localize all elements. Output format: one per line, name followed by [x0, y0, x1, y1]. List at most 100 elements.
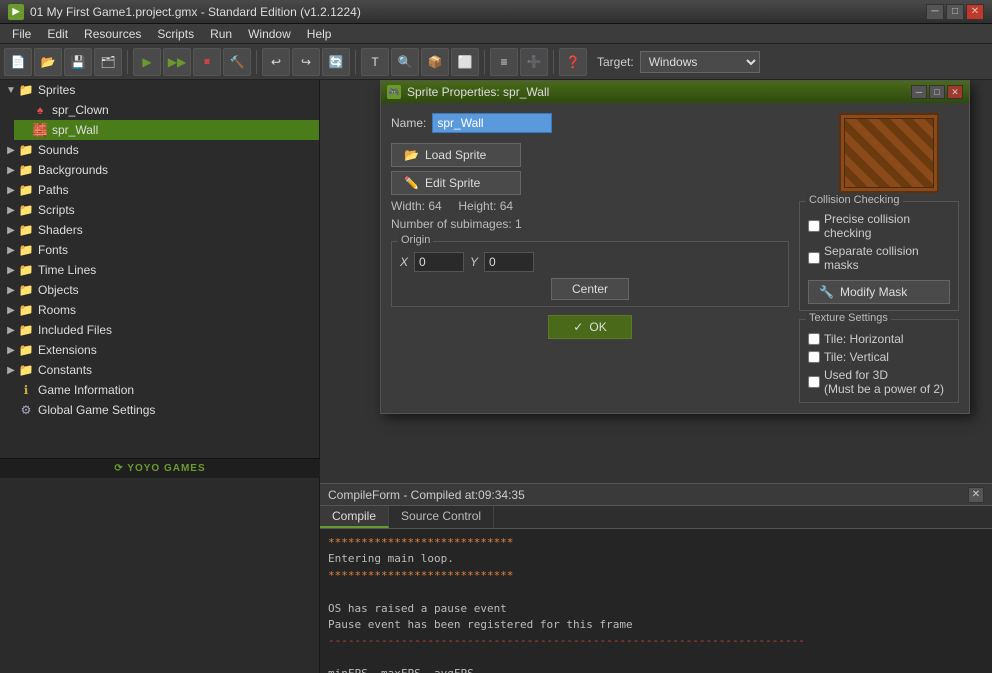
menu-file[interactable]: File: [4, 25, 39, 43]
resource-button[interactable]: 📦: [421, 48, 449, 76]
toolbar-sep-3: [355, 50, 356, 74]
precise-collision-row: Precise collision checking: [808, 212, 950, 240]
sidebar-item-game-info[interactable]: ℹ Game Information: [0, 380, 319, 400]
origin-y-input[interactable]: [484, 252, 534, 272]
sidebar-item-spr-wall[interactable]: 🧱 spr_Wall: [14, 120, 319, 140]
refresh-button[interactable]: 🔄: [322, 48, 350, 76]
sidebar-item-extensions[interactable]: ▶ 📁 Extensions: [0, 340, 319, 360]
app-icon: ▶: [8, 4, 24, 20]
help-circle-button[interactable]: ❓: [559, 48, 587, 76]
origin-row: X Y: [400, 252, 780, 272]
tile-v-label: Tile: Vertical: [824, 350, 889, 364]
precise-collision-checkbox[interactable]: [808, 220, 820, 232]
add-button[interactable]: ➕: [520, 48, 548, 76]
compile-line-5: OS has raised a pause event: [328, 601, 984, 616]
menu-bar: File Edit Resources Scripts Run Window H…: [0, 24, 992, 44]
sidebar-item-global-settings[interactable]: ⚙ Global Game Settings: [0, 400, 319, 420]
content-area: 🎮 Sprite Properties: spr_Wall ─ □ ✕ Name…: [320, 80, 992, 673]
sidebar-item-backgrounds[interactable]: ▶ 📁 Backgrounds: [0, 160, 319, 180]
compile-output: **************************** Entering ma…: [320, 529, 992, 673]
sprite-dialog-minimize[interactable]: ─: [911, 85, 927, 99]
font-button[interactable]: T: [361, 48, 389, 76]
sidebar-item-spr-clown[interactable]: ♠ spr_Clown: [14, 100, 319, 120]
compile-line-4: [328, 584, 984, 599]
tile-v-checkbox[interactable]: [808, 351, 820, 363]
sidebar-item-constants[interactable]: ▶ 📁 Constants: [0, 360, 319, 380]
menu-resources[interactable]: Resources: [76, 25, 149, 43]
compile-line-6: Pause event has been registered for this…: [328, 617, 984, 632]
edit-sprite-button[interactable]: ✏️ Edit Sprite: [391, 171, 521, 195]
list-button[interactable]: ≡: [490, 48, 518, 76]
build-button[interactable]: 🔨: [223, 48, 251, 76]
rect-button[interactable]: ⬜: [451, 48, 479, 76]
sidebar-item-timelines[interactable]: ▶ 📁 Time Lines: [0, 260, 319, 280]
sidebar-item-fonts[interactable]: ▶ 📁 Fonts: [0, 240, 319, 260]
scripts-folder-icon: 📁: [18, 203, 34, 217]
paths-arrow: ▶: [4, 183, 18, 197]
load-sprite-button[interactable]: 📂 Load Sprite: [391, 143, 521, 167]
sprite-dialog-titlebar: 🎮 Sprite Properties: spr_Wall ─ □ ✕: [381, 81, 969, 103]
sprite-dialog: 🎮 Sprite Properties: spr_Wall ─ □ ✕ Name…: [380, 80, 970, 414]
ok-button[interactable]: ✓ OK: [548, 315, 631, 339]
sidebar-item-sprites[interactable]: ▼ 📁 Sprites: [0, 80, 319, 100]
rooms-label: Rooms: [38, 303, 76, 317]
sidebar-item-sounds[interactable]: ▶ 📁 Sounds: [0, 140, 319, 160]
target-select[interactable]: Windows Mac HTML5: [640, 51, 760, 73]
save-all-button[interactable]: 🗂: [94, 48, 122, 76]
used3d-checkbox[interactable]: [808, 376, 820, 388]
menu-edit[interactable]: Edit: [39, 25, 76, 43]
maximize-button[interactable]: □: [946, 4, 964, 20]
menu-scripts[interactable]: Scripts: [149, 25, 202, 43]
close-button[interactable]: ✕: [966, 4, 984, 20]
extensions-arrow: ▶: [4, 343, 18, 357]
sprite-dialog-close[interactable]: ✕: [947, 85, 963, 99]
separate-masks-checkbox[interactable]: [808, 252, 820, 264]
sounds-folder-icon: 📁: [18, 143, 34, 157]
sidebar: ▼ 📁 Sprites ♠ spr_Clown 🧱 spr_Wall ▶ 📁 S…: [0, 80, 320, 673]
stop-button[interactable]: ⏹: [193, 48, 221, 76]
modify-mask-icon: 🔧: [819, 285, 834, 299]
menu-window[interactable]: Window: [240, 25, 299, 43]
tab-compile[interactable]: Compile: [320, 506, 389, 528]
sidebar-item-objects[interactable]: ▶ 📁 Objects: [0, 280, 319, 300]
sprite-name-input[interactable]: [432, 113, 552, 133]
minimize-button[interactable]: ─: [926, 4, 944, 20]
run-debug-button[interactable]: ▶▶: [163, 48, 191, 76]
compile-close-button[interactable]: ✕: [968, 487, 984, 503]
load-sprite-label: Load Sprite: [425, 148, 486, 162]
sprite-dialog-body: Name: 📂 Load Sprite ✏️ Edit Sprite W: [381, 103, 969, 413]
sidebar-item-paths[interactable]: ▶ 📁 Paths: [0, 180, 319, 200]
run-button[interactable]: ▶: [133, 48, 161, 76]
sprite-dialog-icon: 🎮: [387, 85, 401, 99]
compile-line-3: ****************************: [328, 568, 984, 583]
spr-wall-label: spr_Wall: [52, 123, 98, 137]
tab-source-control[interactable]: Source Control: [389, 506, 494, 528]
menu-help[interactable]: Help: [299, 25, 340, 43]
title-bar: ▶ 01 My First Game1.project.gmx - Standa…: [0, 0, 992, 24]
compile-titlebar: CompileForm - Compiled at:09:34:35 ✕: [320, 484, 992, 506]
center-button[interactable]: Center: [551, 278, 629, 300]
sidebar-item-shaders[interactable]: ▶ 📁 Shaders: [0, 220, 319, 240]
scripts-label: Scripts: [38, 203, 75, 217]
toolbar-sep-4: [484, 50, 485, 74]
sidebar-item-scripts[interactable]: ▶ 📁 Scripts: [0, 200, 319, 220]
sprite-dialog-maximize[interactable]: □: [929, 85, 945, 99]
menu-run[interactable]: Run: [202, 25, 240, 43]
forward-button[interactable]: ↪: [292, 48, 320, 76]
sidebar-item-included-files[interactable]: ▶ 📁 Included Files: [0, 320, 319, 340]
search-button[interactable]: 🔍: [391, 48, 419, 76]
back-button[interactable]: ↩: [262, 48, 290, 76]
collision-label: Collision Checking: [806, 194, 903, 206]
origin-x-input[interactable]: [414, 252, 464, 272]
constants-folder-icon: 📁: [18, 363, 34, 377]
open-button[interactable]: 📂: [34, 48, 62, 76]
modify-mask-button[interactable]: 🔧 Modify Mask: [808, 280, 950, 304]
tile-h-checkbox[interactable]: [808, 333, 820, 345]
sprites-children: ♠ spr_Clown 🧱 spr_Wall: [0, 100, 319, 140]
save-button[interactable]: 💾: [64, 48, 92, 76]
toolbar-sep-2: [256, 50, 257, 74]
compile-line-8: [328, 650, 984, 665]
sidebar-item-rooms[interactable]: ▶ 📁 Rooms: [0, 300, 319, 320]
sprite-name-label: Name:: [391, 116, 426, 130]
new-button[interactable]: 📄: [4, 48, 32, 76]
